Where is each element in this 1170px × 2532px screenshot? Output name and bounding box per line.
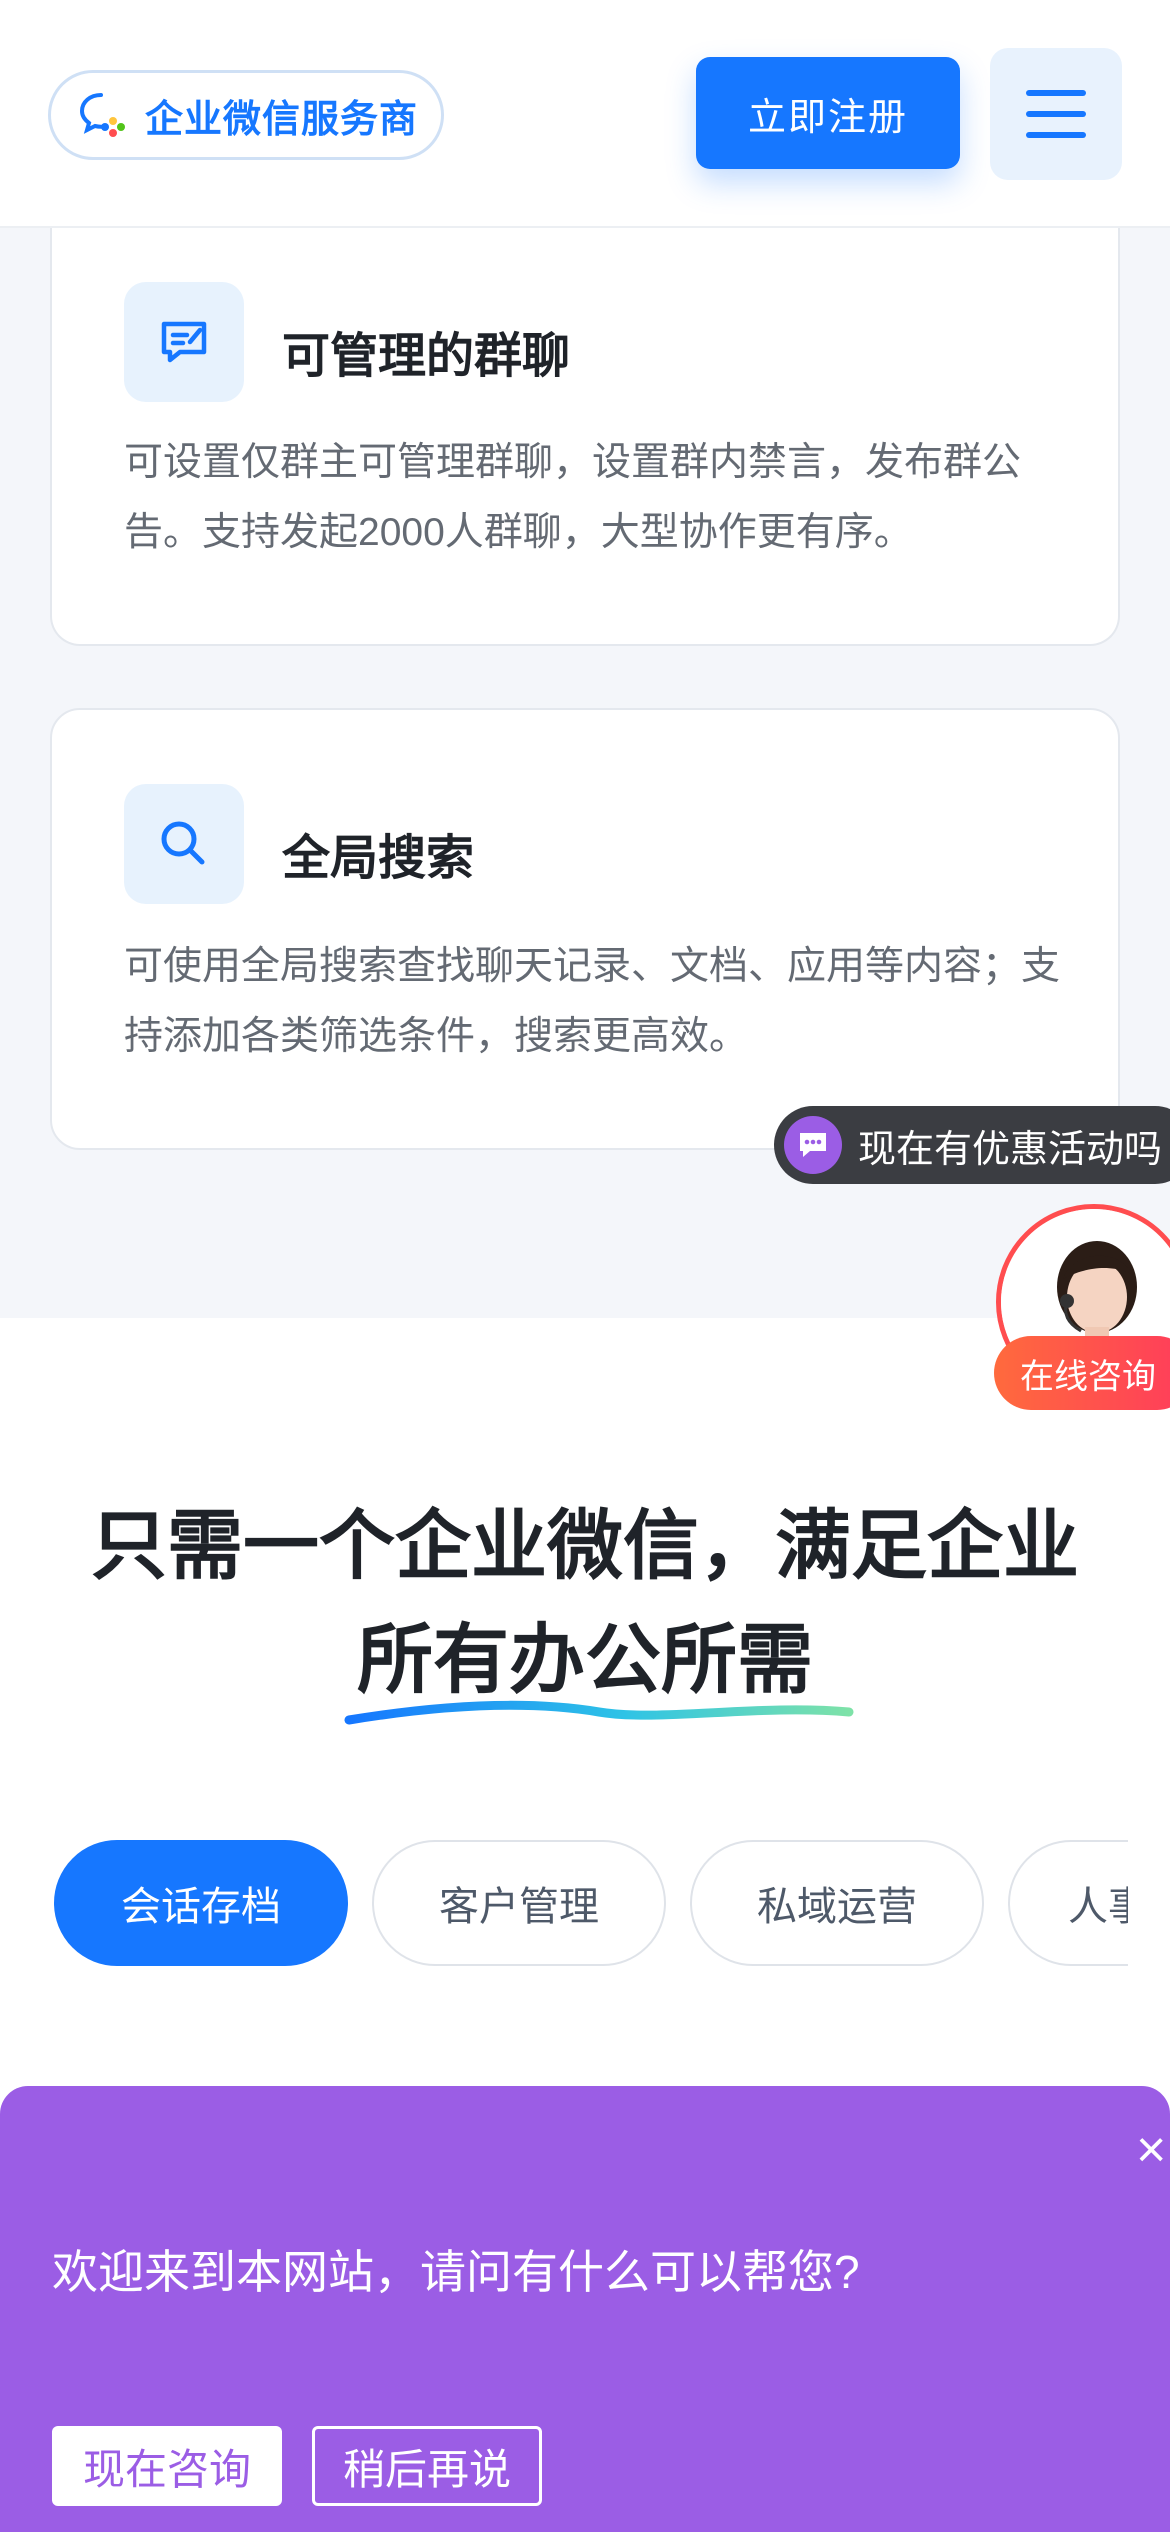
search-icon-tile [124,784,244,904]
feature-title: 全局搜索 [282,832,475,885]
tab-customer-management[interactable]: 客户管理 [372,1840,666,1966]
welcome-message: 欢迎来到本网站，请问有什么可以帮您? [52,2246,860,2298]
feature-title: 可管理的群聊 [282,330,571,383]
brand-name: 企业微信服务商 [145,98,419,141]
group-chat-icon-tile [124,282,244,402]
tab-session-archive[interactable]: 会话存档 [54,1840,348,1966]
solution-tabs: 会话存档 客户管理 私域运营 人事 [54,1840,1128,1968]
consult-label: 在线咨询 [994,1336,1170,1410]
search-icon [161,821,205,865]
feature-description: 可设置仅群主可管理群聊，设置群内禁言，发布群公告。支持发起2000人群聊，大型协… [124,441,1022,554]
top-nav-bar: 企业微信服务商 立即注册 [0,0,1170,228]
hamburger-menu-icon [1026,90,1086,138]
feature-description: 可使用全局搜索查找聊天记录、文档、应用等内容；支持添加各类筛选条件，搜索更高效。 [124,945,1061,1058]
headline-line-1: 只需一个企业微信，满足企业 [91,1504,1079,1589]
promo-text: 现在有优惠活动吗 [858,1128,1163,1171]
tab-hr[interactable]: 人事 [1008,1840,1128,1966]
chat-bubble-icon [79,93,125,137]
menu-button[interactable] [990,48,1122,180]
chat-dots-icon [784,1116,842,1174]
close-icon[interactable]: × [1136,2124,1166,2176]
feature-card-group-chat: 可管理的群聊 可设置仅群主可管理群聊，设置群内禁言，发布群公告。支持发起2000… [50,190,1120,646]
consult-now-button[interactable]: 现在咨询 [52,2426,282,2506]
section-headline: 只需一个企业微信，满足企业 所有办公所需 [0,1490,1170,1725]
welcome-chat-popup: × 欢迎来到本网站，请问有什么可以帮您? 现在咨询 稍后再说 [0,2086,1170,2532]
brand-logo-pill[interactable]: 企业微信服务商 [48,70,444,160]
promo-question-pill[interactable]: 现在有优惠活动吗 [774,1106,1170,1184]
later-button[interactable]: 稍后再说 [312,2426,542,2506]
group-chat-icon [161,321,207,363]
feature-card-global-search: 全局搜索 可使用全局搜索查找聊天记录、文档、应用等内容；支持添加各类筛选条件，搜… [50,708,1120,1150]
online-consult-widget[interactable]: 在线咨询 [994,1204,1170,1410]
tab-private-domain-operation[interactable]: 私域运营 [690,1840,984,1966]
register-button[interactable]: 立即注册 [696,57,960,169]
headline-line-2-wrapper: 所有办公所需 [344,1604,854,1725]
headline-line-2: 所有办公所需 [357,1618,813,1703]
